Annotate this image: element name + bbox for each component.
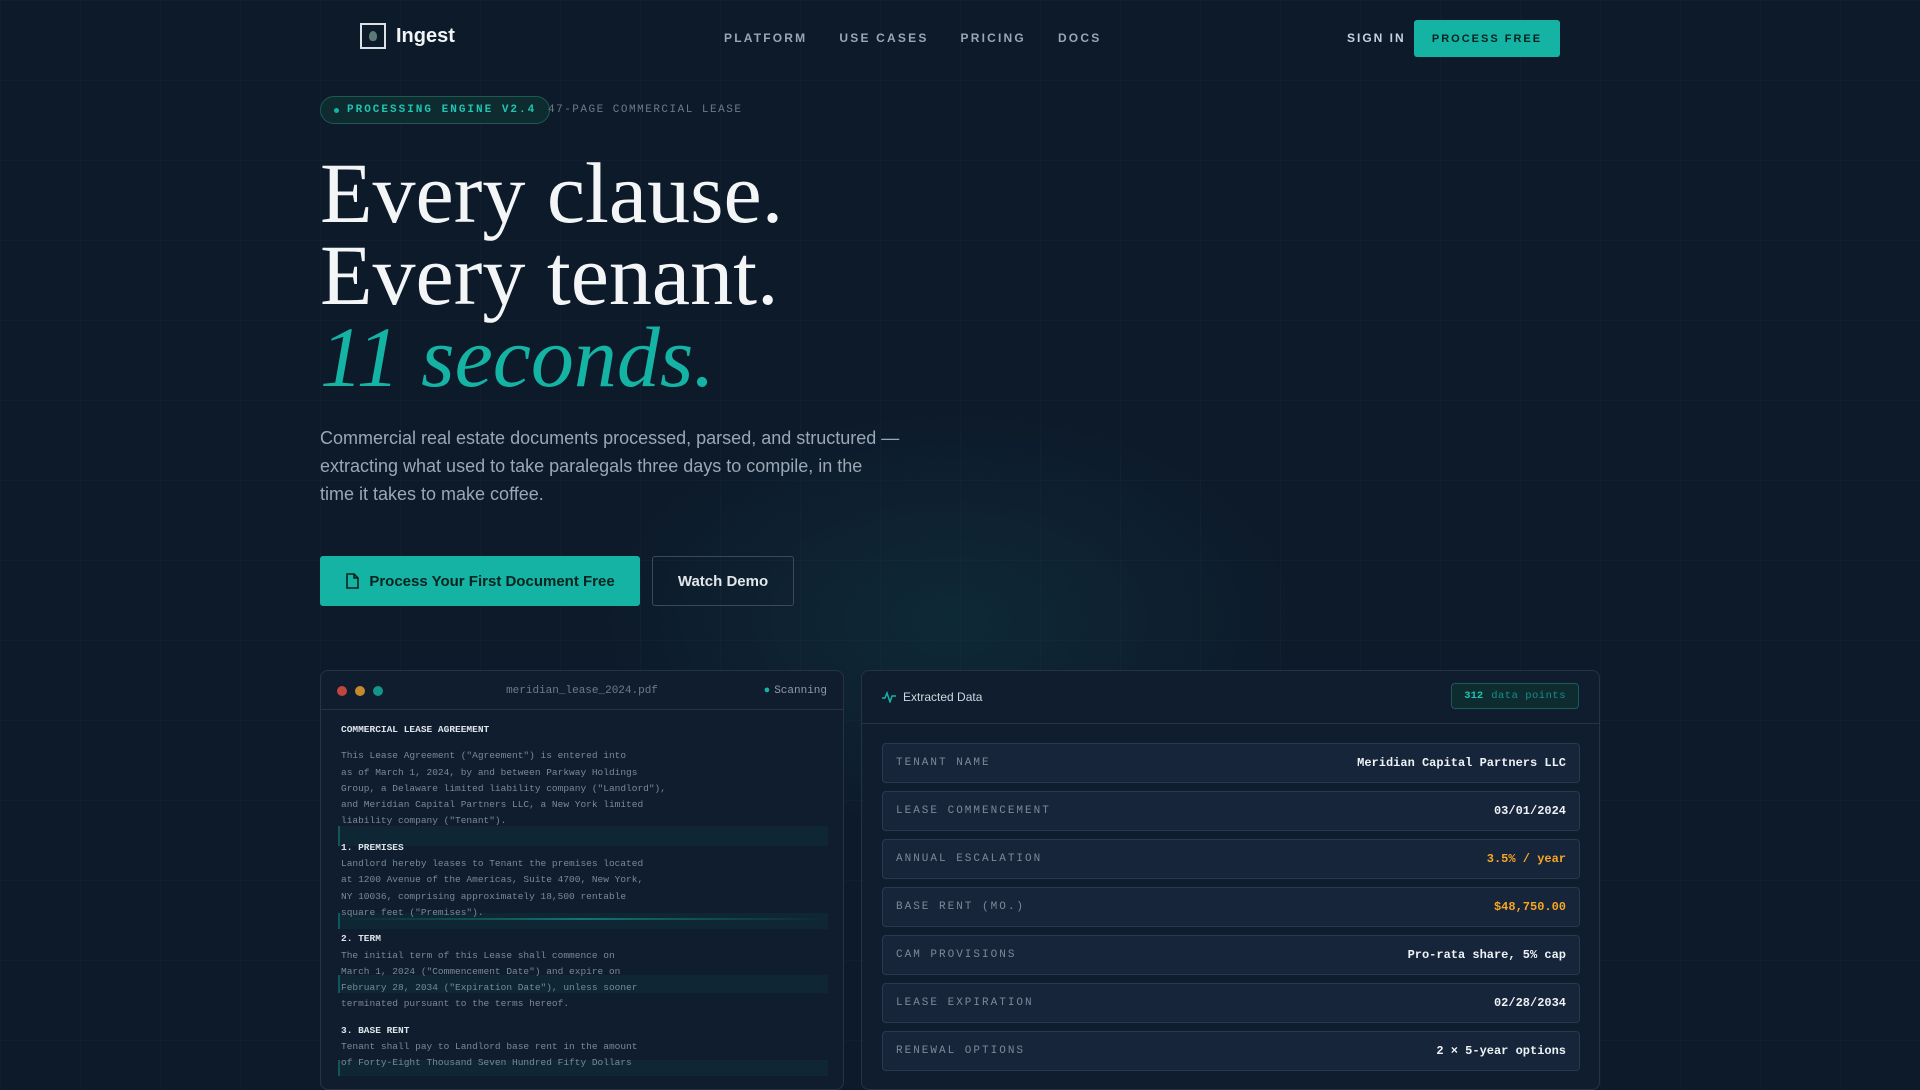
intro-line: as of March 1, 2024, by and between Park… bbox=[341, 766, 638, 778]
document-body: COMMERCIAL LEASE AGREEMENT This Lease Ag… bbox=[321, 710, 843, 1084]
field-row-lease-commencement[interactable]: LEASE COMMENCEMENT 03/01/2024 bbox=[882, 791, 1580, 831]
field-row-cam-provisions[interactable]: CAM PROVISIONS Pro-rata share, 5% cap bbox=[882, 935, 1580, 975]
activity-icon bbox=[882, 691, 896, 703]
field-value: Pro-rata share, 5% cap bbox=[1407, 948, 1566, 962]
section-line: terminated pursuant to the terms hereof. bbox=[341, 998, 570, 1010]
document-preview-panel: meridian_lease_2024.pdf ● Scanning COMMER… bbox=[320, 670, 844, 1090]
field-key: RENEWAL OPTIONS bbox=[896, 1045, 1026, 1057]
highlight-band bbox=[338, 975, 828, 993]
intro-line: Group, a Delaware limited liability comp… bbox=[341, 782, 666, 794]
document-titlebar: meridian_lease_2024.pdf ● Scanning bbox=[321, 671, 843, 710]
process-free-button[interactable]: PROCESS FREE bbox=[1414, 20, 1560, 57]
field-value: $48,750.00 bbox=[1493, 900, 1566, 914]
field-row-annual-escalation[interactable]: ANNUAL ESCALATION 3.5% / year bbox=[882, 839, 1580, 879]
nav-link-use-cases[interactable]: USE CASES bbox=[839, 31, 928, 45]
data-points-badge: 312 data points bbox=[1451, 683, 1579, 709]
scan-status-label: Scanning bbox=[774, 685, 827, 697]
field-value: 3.5% / year bbox=[1486, 852, 1566, 866]
highlight-band bbox=[338, 1060, 828, 1076]
document-title: COMMERCIAL LEASE AGREEMENT bbox=[341, 724, 490, 735]
section-heading: 2. TERM bbox=[341, 933, 381, 945]
scan-dot-icon: ● bbox=[763, 685, 771, 697]
scan-status: ● Scanning bbox=[764, 685, 827, 697]
field-key: LEASE COMMENCEMENT bbox=[896, 805, 1051, 817]
hero-headline: Every clause. Every tenant. 11 seconds. bbox=[320, 145, 784, 405]
field-key: TENANT NAME bbox=[896, 757, 991, 769]
field-row-lease-expiration[interactable]: LEASE EXPIRATION 02/28/2034 bbox=[882, 983, 1580, 1023]
highlight-band bbox=[338, 826, 828, 846]
field-row-base-rent[interactable]: BASE RENT (MO.) $48,750.00 bbox=[882, 887, 1580, 927]
headline-line-3: 11 seconds. bbox=[320, 309, 715, 405]
field-value: 02/28/2034 bbox=[1493, 996, 1566, 1010]
section-line: at 1200 Avenue of the Americas, Suite 47… bbox=[341, 874, 644, 886]
data-points-label: data points bbox=[1491, 690, 1566, 702]
nav-link-docs[interactable]: DOCS bbox=[1058, 31, 1101, 45]
intro-line: and Meridian Capital Partners LLC, a New… bbox=[341, 799, 644, 811]
field-key: LEASE EXPIRATION bbox=[896, 997, 1034, 1009]
watch-demo-button[interactable]: Watch Demo bbox=[652, 556, 794, 606]
section-line: Landlord hereby leases to Tenant the pre… bbox=[341, 858, 644, 870]
extracted-data-title: Extracted Data bbox=[882, 690, 982, 704]
badge-text: PROCESSING ENGINE V2.4 bbox=[347, 104, 537, 116]
field-key: ANNUAL ESCALATION bbox=[896, 853, 1043, 865]
headline-line-1: Every clause. bbox=[320, 145, 784, 241]
field-value: 03/01/2024 bbox=[1493, 804, 1566, 818]
logo-text: Ingest bbox=[396, 24, 455, 47]
field-key: CAM PROVISIONS bbox=[896, 949, 1017, 961]
field-row-renewal-options[interactable]: RENEWAL OPTIONS 2 × 5-year options bbox=[882, 1031, 1580, 1071]
process-first-document-button[interactable]: Process Your First Document Free bbox=[320, 556, 640, 606]
process-first-document-label: Process Your First Document Free bbox=[369, 572, 615, 590]
status-dot-icon bbox=[334, 107, 339, 113]
section-heading: 3. BASE RENT bbox=[341, 1024, 410, 1036]
data-points-count: 312 bbox=[1464, 690, 1484, 702]
nav-link-platform[interactable]: PLATFORM bbox=[724, 31, 807, 45]
extracted-data-label: Extracted Data bbox=[903, 690, 983, 704]
scan-line bbox=[341, 918, 825, 920]
field-key: BASE RENT (MO.) bbox=[896, 901, 1026, 913]
top-nav: Ingest PLATFORM USE CASES PRICING DOCS S… bbox=[0, 0, 1920, 76]
logo-icon bbox=[360, 23, 386, 49]
field-row-tenant-name[interactable]: TENANT NAME Meridian Capital Partners LL… bbox=[882, 743, 1580, 783]
headline-line-2: Every tenant. bbox=[320, 227, 779, 323]
extracted-data-header: Extracted Data 312 data points bbox=[862, 671, 1599, 724]
section-line: NY 10036, comprising approximately 18,50… bbox=[341, 890, 627, 902]
badge-meta: 47-PAGE COMMERCIAL LEASE bbox=[548, 104, 743, 116]
section-line: The initial term of this Lease shall com… bbox=[341, 949, 615, 961]
logo[interactable]: Ingest bbox=[360, 23, 455, 49]
nav-links: PLATFORM USE CASES PRICING DOCS bbox=[724, 31, 1101, 45]
document-icon bbox=[346, 573, 360, 589]
nav-link-pricing[interactable]: PRICING bbox=[961, 31, 1026, 45]
field-value: Meridian Capital Partners LLC bbox=[1357, 756, 1566, 770]
engine-badge: PROCESSING ENGINE V2.4 bbox=[320, 96, 551, 124]
extracted-rows: TENANT NAME Meridian Capital Partners LL… bbox=[882, 743, 1580, 1079]
sign-in-link[interactable]: SIGN IN bbox=[1347, 31, 1406, 45]
section-line: Tenant shall pay to Landlord base rent i… bbox=[341, 1041, 638, 1053]
extracted-data-panel: Extracted Data 312 data points TENANT NA… bbox=[861, 670, 1600, 1090]
highlight-band bbox=[338, 913, 828, 929]
hero-subtitle: Commercial real estate documents process… bbox=[320, 428, 900, 504]
intro-line: This Lease Agreement ("Agreement") is en… bbox=[341, 750, 627, 762]
field-value: 2 × 5-year options bbox=[1436, 1044, 1566, 1058]
